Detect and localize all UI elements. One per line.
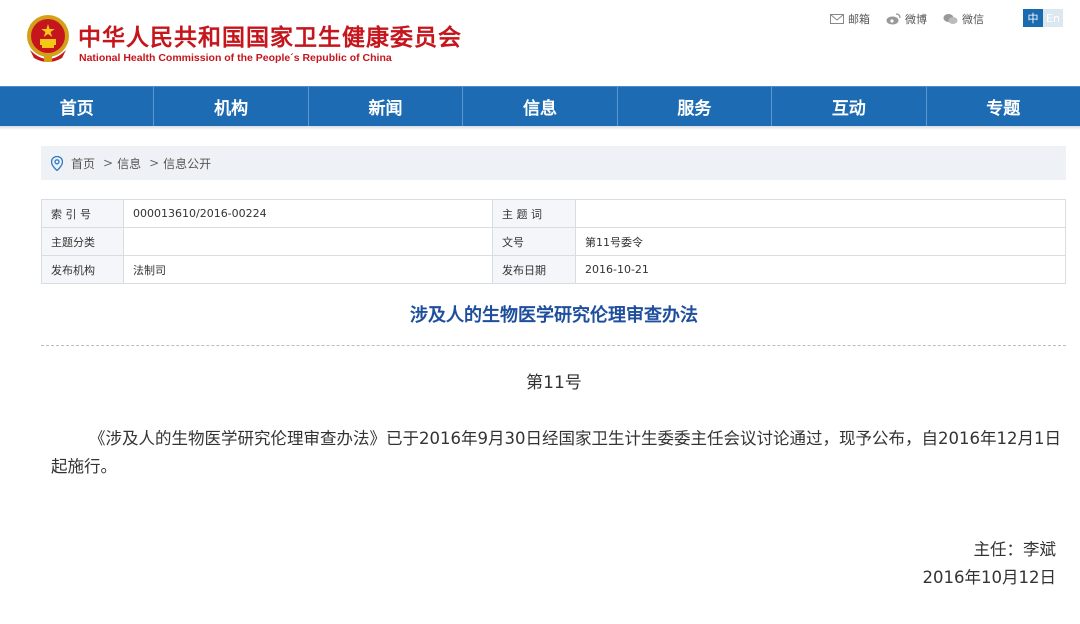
wechat-link[interactable]: 微信 xyxy=(943,11,984,27)
meta-value-index: 000013610/2016-00224 xyxy=(123,199,493,228)
meta-label-publish-date: 发布日期 xyxy=(492,255,576,284)
breadcrumb-separator: > xyxy=(103,156,114,170)
main-nav: 首页 机构 新闻 信息 服务 互动 专题 xyxy=(0,86,1080,126)
meta-label-category: 主题分类 xyxy=(41,227,124,256)
location-pin-icon xyxy=(51,155,63,171)
breadcrumb: 首页 > 信息 > 信息公开 xyxy=(41,146,1066,180)
breadcrumb-home[interactable]: 首页 xyxy=(71,155,95,172)
site-header: 中华人民共和国国家卫生健康委员会 National Health Commiss… xyxy=(0,0,1080,86)
nav-item-news[interactable]: 新闻 xyxy=(309,87,464,126)
meta-label-keywords: 主 题 词 xyxy=(492,199,576,228)
meta-value-doc-number: 第11号委令 xyxy=(575,227,1066,256)
nav-item-information[interactable]: 信息 xyxy=(463,87,618,126)
signature-block: 主任：李斌 2016年10月12日 xyxy=(923,536,1056,592)
national-emblem-icon[interactable] xyxy=(24,12,72,64)
meta-label-doc-number: 文号 xyxy=(492,227,576,256)
wechat-label: 微信 xyxy=(962,13,984,26)
meta-value-publish-date: 2016-10-21 xyxy=(575,255,1066,284)
site-title[interactable]: 中华人民共和国国家卫生健康委员会 xyxy=(78,18,462,52)
breadcrumb-separator: > xyxy=(149,156,160,170)
order-number: 第11号 xyxy=(526,373,582,393)
meta-value-keywords xyxy=(575,199,1066,228)
sign-date: 2016年10月12日 xyxy=(922,568,1056,587)
table-row: 索 引 号 000013610/2016-00224 主 题 词 xyxy=(41,199,1066,228)
meta-label-publisher: 发布机构 xyxy=(41,255,124,284)
mail-icon xyxy=(830,14,844,24)
mail-link[interactable]: 邮箱 xyxy=(830,11,870,27)
breadcrumb-information[interactable]: 信息 xyxy=(117,155,141,172)
nav-item-services[interactable]: 服务 xyxy=(618,87,773,126)
mail-label: 邮箱 xyxy=(848,13,870,26)
meta-value-publisher: 法制司 xyxy=(123,255,493,284)
document-meta-table: 索 引 号 000013610/2016-00224 主 题 词 主题分类 文号… xyxy=(41,199,1066,284)
lang-zh-button[interactable]: 中 xyxy=(1023,9,1043,27)
nav-item-organization[interactable]: 机构 xyxy=(154,87,309,126)
wechat-icon xyxy=(943,14,958,24)
article-title: 涉及人的生物医学研究伦理审查办法 xyxy=(410,305,698,326)
table-row: 发布机构 法制司 发布日期 2016-10-21 xyxy=(41,255,1066,284)
nav-item-interaction[interactable]: 互动 xyxy=(772,87,927,126)
nav-shadow xyxy=(0,126,1080,130)
meta-value-category xyxy=(123,227,493,256)
site-subtitle: National Health Commission of the People… xyxy=(79,52,392,64)
lang-en-button[interactable]: En xyxy=(1043,9,1063,27)
weibo-label: 微博 xyxy=(905,13,927,26)
language-switcher: 中 En xyxy=(1023,9,1063,27)
weibo-icon xyxy=(886,13,901,25)
top-links: 邮箱 微博 微信 xyxy=(830,11,984,27)
title-divider xyxy=(41,345,1066,346)
article-body: 《涉及人的生物医学研究伦理审查办法》已于2016年9月30日经国家卫生计生委委主… xyxy=(51,429,1061,476)
nav-item-topics[interactable]: 专题 xyxy=(927,87,1080,126)
nav-item-home[interactable]: 首页 xyxy=(0,87,155,126)
meta-label-index: 索 引 号 xyxy=(41,199,124,228)
table-row: 主题分类 文号 第11号委令 xyxy=(41,227,1066,256)
signer: 主任：李斌 xyxy=(973,540,1057,559)
breadcrumb-disclosure[interactable]: 信息公开 xyxy=(163,155,211,172)
weibo-link[interactable]: 微博 xyxy=(886,11,927,27)
